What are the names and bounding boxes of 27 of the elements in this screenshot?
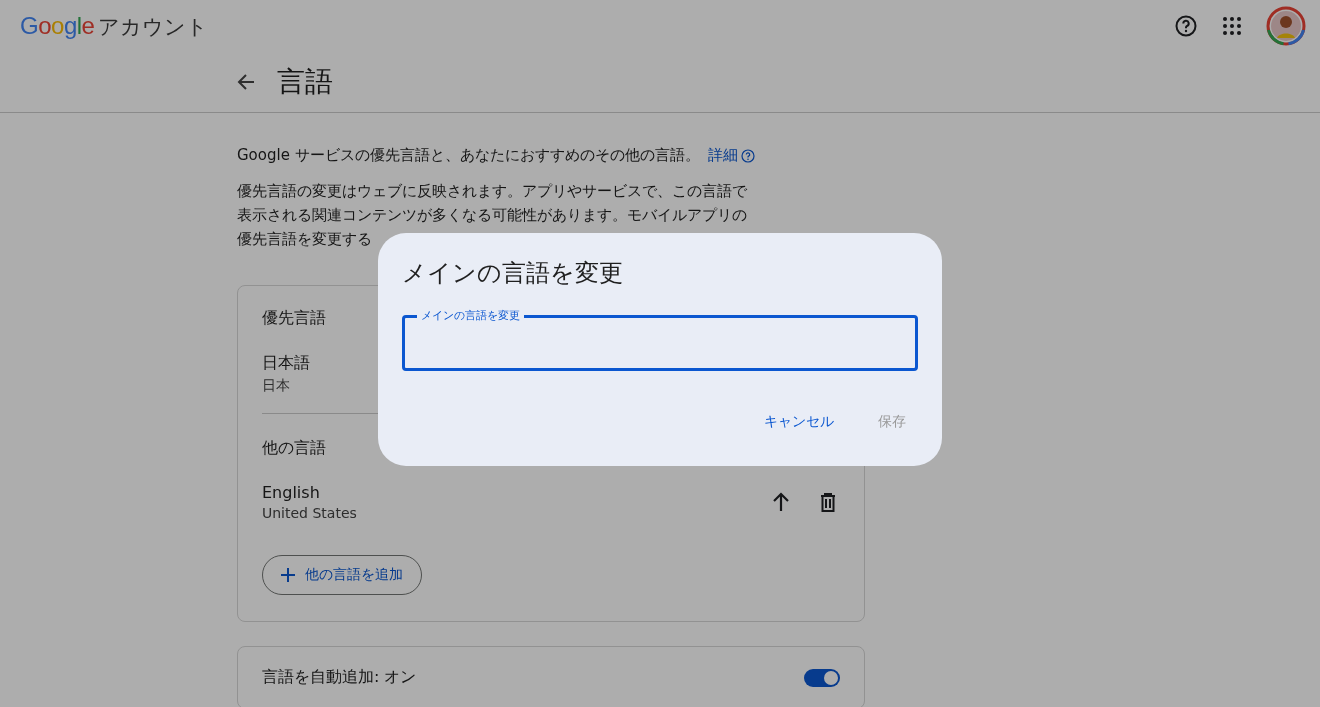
section-heading: 他の言語 xyxy=(262,438,326,459)
language-region: United States xyxy=(262,505,357,521)
section-heading: 優先言語 xyxy=(262,308,326,329)
auto-add-label: 言語を自動追加: オン xyxy=(262,667,417,688)
language-name: 日本語 xyxy=(262,353,310,374)
avatar-icon[interactable] xyxy=(1266,6,1306,46)
cancel-button[interactable]: キャンセル xyxy=(752,405,846,439)
toggle-switch[interactable] xyxy=(804,668,840,687)
page-title: 言語 xyxy=(277,64,333,100)
up-arrow-icon[interactable] xyxy=(772,492,790,512)
description-text: 表示される関連コンテンツが多くなる可能性があります。モバイルアプリの xyxy=(237,205,748,226)
language-name: English xyxy=(262,483,320,502)
language-input-field[interactable]: メインの言語を変更 xyxy=(402,309,918,371)
help-icon xyxy=(740,148,755,163)
intro-text: Google サービスの優先言語と、あなたにおすすめのその他の言語。 xyxy=(237,146,700,165)
trash-icon[interactable] xyxy=(820,492,836,512)
back-arrow-icon[interactable] xyxy=(237,73,255,91)
apps-grid-icon[interactable] xyxy=(1222,16,1242,36)
plus-icon xyxy=(281,568,295,582)
app-name: アカウント xyxy=(98,13,209,41)
description-text: 優先言語を変更する xyxy=(237,229,373,250)
details-link[interactable]: 詳細 xyxy=(707,146,755,165)
help-icon[interactable] xyxy=(1174,14,1198,38)
dialog-title: メインの言語を変更 xyxy=(402,258,624,289)
language-region: 日本 xyxy=(262,377,290,395)
google-logo[interactable]: Google xyxy=(20,11,95,40)
description-text: 優先言語の変更はウェブに反映されます。アプリやサービスで、この言語で xyxy=(237,181,748,202)
